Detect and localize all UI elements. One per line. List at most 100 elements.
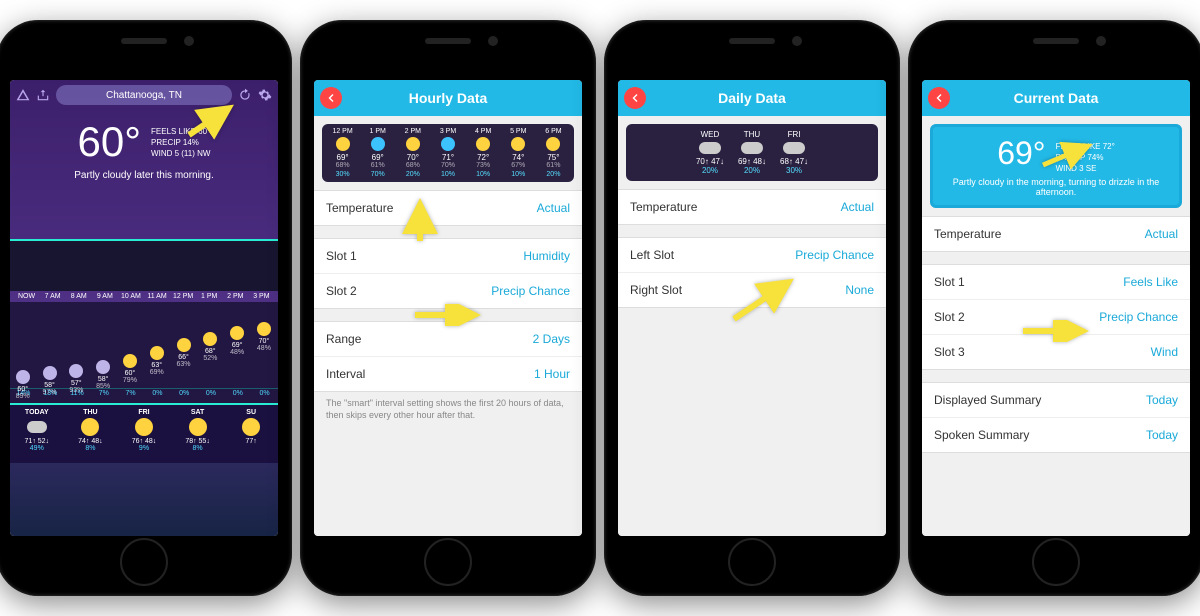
topbar: Daily Data <box>618 80 886 116</box>
row-value: Precip Chance <box>491 284 570 298</box>
row-value: Actual <box>537 201 570 215</box>
precip-val: 0% <box>144 389 171 403</box>
row-value: Actual <box>841 200 874 214</box>
topbar: Current Data <box>922 80 1190 116</box>
page-title: Hourly Data <box>409 90 488 106</box>
precip-val: 0% <box>198 389 225 403</box>
settings-row[interactable]: Slot 2 Precip Chance <box>922 300 1190 335</box>
hour-col: 60°79% <box>117 354 142 388</box>
row-label: Range <box>326 332 361 346</box>
row-label: Slot 2 <box>934 310 965 324</box>
settings-row[interactable]: Slot 3Wind <box>922 335 1190 369</box>
day-col[interactable]: SU77↑ <box>224 405 278 463</box>
precip-val: 0% <box>224 389 251 403</box>
settings-row[interactable]: Slot 1 Humidity <box>314 239 582 274</box>
row-value: Precip Chance <box>1099 310 1178 324</box>
preview-summary: Partly cloudy in the morning, turning to… <box>939 177 1173 197</box>
settings-row[interactable]: Range2 Days <box>314 322 582 357</box>
row-label: Slot 1 <box>326 249 357 263</box>
row-label: Right Slot <box>630 283 682 297</box>
gear-icon[interactable] <box>258 88 272 102</box>
row-value: Humidity <box>523 249 570 263</box>
precip-chance: PRECIP 14% <box>151 137 210 148</box>
row-label: Slot 1 <box>934 275 965 289</box>
phone-2: Hourly Data 12 PM69°68%30%1 PM69°61%70%2… <box>300 20 596 596</box>
topbar: Hourly Data <box>314 80 582 116</box>
hour-col: 58°97% <box>37 366 62 388</box>
wind: WIND 5 (11) NW <box>151 148 210 159</box>
phone-4: Current Data 69° FEELS LIKE 72° PRECIP 7… <box>908 20 1200 596</box>
day-col[interactable]: FRI76↑ 48↓9% <box>117 405 171 463</box>
hour-label: NOW <box>14 293 39 300</box>
hour-label: 10 AM <box>118 293 143 300</box>
day-col[interactable]: SAT78↑ 55↓8% <box>171 405 225 463</box>
hour-label: 7 AM <box>40 293 65 300</box>
row-label: Temperature <box>934 227 1001 241</box>
row-value: Today <box>1146 393 1178 407</box>
phone-3: Daily Data WED70↑ 47↓20%THU69↑ 48↓20%FRI… <box>604 20 900 596</box>
weather-summary: Partly cloudy later this morning. <box>10 170 278 181</box>
settings-row[interactable]: Spoken Summary Today <box>922 418 1190 452</box>
preview-feels: FEELS LIKE 72° <box>1056 141 1115 152</box>
hour-label: 3 PM <box>249 293 274 300</box>
settings-row[interactable]: Left Slot Precip Chance <box>618 238 886 273</box>
back-button[interactable] <box>624 87 646 109</box>
settings-row[interactable]: Slot 2 Precip Chance <box>314 274 582 308</box>
settings-row[interactable]: Slot 1 Feels Like <box>922 265 1190 300</box>
hour-col: 70°48% <box>251 322 276 388</box>
location-pill[interactable]: Chattanooga, TN <box>56 85 232 105</box>
hour-col: 58°85% <box>90 360 115 388</box>
settings-row[interactable]: Displayed Summary Today <box>922 383 1190 418</box>
row-value: Today <box>1146 428 1178 442</box>
row-label: Displayed Summary <box>934 393 1041 407</box>
precip-val: 7% <box>117 389 144 403</box>
row-label: Temperature <box>630 200 697 214</box>
hourly-preview: 12 PM69°68%30%1 PM69°61%70%2 PM70°68%20%… <box>322 124 574 182</box>
hour-label: 8 AM <box>66 293 91 300</box>
refresh-icon[interactable] <box>238 88 252 102</box>
feels-like: FEELS LIKE 60° <box>151 126 210 137</box>
hourly-chart[interactable]: 60°89%58°97%57°93%58°85%60°79%63°69%66°6… <box>10 302 278 388</box>
settings-row[interactable]: Temperature Actual <box>618 190 886 224</box>
warning-icon[interactable] <box>16 88 30 102</box>
daily-preview: WED70↑ 47↓20%THU69↑ 48↓20%FRI68↑ 47↓30% <box>626 124 878 181</box>
hour-col: 66°63% <box>171 338 196 388</box>
hour-labels: NOW7 AM8 AM9 AM10 AM11 AM12 PM1 PM2 PM3 … <box>10 291 278 302</box>
settings-row[interactable]: TemperatureActual <box>922 217 1190 251</box>
share-icon[interactable] <box>36 88 50 102</box>
daily-forecast[interactable]: TODAY71↑ 52↓49%THU74↑ 48↓8%FRI76↑ 48↓9%S… <box>10 405 278 463</box>
hour-label: 12 PM <box>171 293 196 300</box>
hour-col: 68°52% <box>198 332 223 388</box>
hour-col: 69°48% <box>224 326 249 388</box>
day-col[interactable]: THU74↑ 48↓8% <box>64 405 118 463</box>
phone-1: Chattanooga, TN 60° FEELS LIKE 60° PRECI… <box>0 20 292 596</box>
hour-col: 60°89% <box>10 370 35 388</box>
page-title: Daily Data <box>718 90 786 106</box>
page-title: Current Data <box>1014 90 1099 106</box>
preview-precip: PRECIP 74% <box>1056 152 1115 163</box>
settings-row[interactable]: Temperature Actual <box>314 191 582 225</box>
precip-val: 0% <box>251 389 278 403</box>
row-label: Interval <box>326 367 365 381</box>
hour-label: 2 PM <box>223 293 248 300</box>
hour-label: 9 AM <box>92 293 117 300</box>
precip-val: 0% <box>171 389 198 403</box>
row-value: Wind <box>1151 345 1178 359</box>
scene-graphic <box>10 239 278 291</box>
day-col[interactable]: TODAY71↑ 52↓49% <box>10 405 64 463</box>
current-preview: 69° FEELS LIKE 72° PRECIP 74% WIND 3 SE … <box>930 124 1182 208</box>
hour-col: 57°93% <box>64 364 89 388</box>
row-label: Spoken Summary <box>934 428 1029 442</box>
row-value: Feels Like <box>1123 275 1178 289</box>
back-button[interactable] <box>320 87 342 109</box>
weather-main-screen: Chattanooga, TN 60° FEELS LIKE 60° PRECI… <box>10 80 278 536</box>
back-button[interactable] <box>928 87 950 109</box>
settings-row[interactable]: Interval1 Hour <box>314 357 582 391</box>
row-label: Left Slot <box>630 248 674 262</box>
settings-row[interactable]: Right SlotNone <box>618 273 886 307</box>
row-label: Slot 2 <box>326 284 357 298</box>
row-label: Temperature <box>326 201 393 215</box>
footnote: The "smart" interval setting shows the f… <box>314 392 582 427</box>
row-value: Precip Chance <box>795 248 874 262</box>
preview-temp: 69° <box>997 135 1045 175</box>
